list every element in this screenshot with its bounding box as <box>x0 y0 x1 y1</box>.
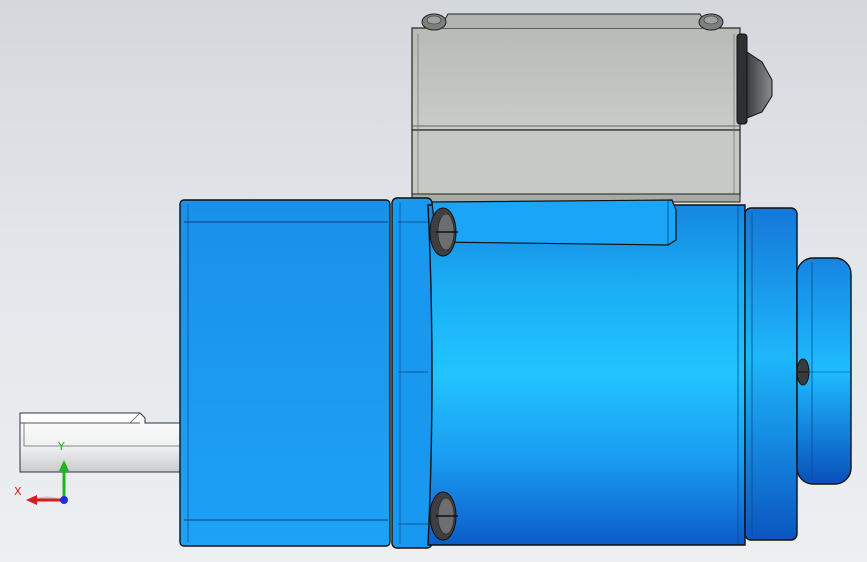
gearbox-housing[interactable] <box>179 199 391 547</box>
cad-viewport[interactable]: X Y <box>0 0 867 562</box>
motor-assembly-model[interactable] <box>0 0 867 562</box>
cable-gland[interactable] <box>736 33 773 125</box>
rear-end-bell[interactable] <box>744 207 798 541</box>
x-axis-arrow-head <box>26 495 37 505</box>
motor-body[interactable] <box>427 204 746 546</box>
terminal-box-screw-right <box>698 13 724 31</box>
y-axis-label: Y <box>58 440 65 453</box>
z-axis-origin-icon <box>60 496 68 504</box>
end-bell-screw <box>796 358 810 386</box>
output-shaft[interactable] <box>19 412 181 473</box>
motor-strap[interactable] <box>431 199 677 246</box>
terminal-box[interactable] <box>411 13 741 197</box>
x-axis-label: X <box>14 485 22 498</box>
motor-flange[interactable] <box>391 197 433 549</box>
terminal-box-screw-left <box>421 13 447 31</box>
